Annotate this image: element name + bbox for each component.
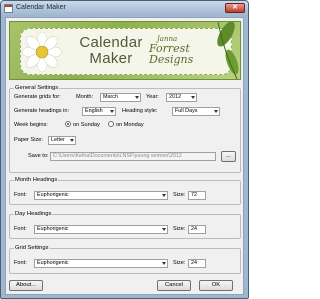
sunday-radio-label[interactable]: on Sunday	[73, 122, 100, 128]
paper-size-select-value: Letter	[51, 137, 65, 143]
monday-radio-label[interactable]: on Monday	[116, 122, 144, 128]
year-select[interactable]: 2012	[166, 93, 197, 102]
chevron-down-icon	[162, 228, 166, 231]
week-begins-label: Week begins:	[14, 122, 48, 128]
grid-font-label: Font:	[14, 260, 27, 266]
month-size-label: Size:	[173, 192, 186, 198]
cancel-button[interactable]: Cancel	[157, 280, 191, 291]
paper-size-label: Paper Size:	[14, 137, 43, 143]
day-font-label: Font:	[14, 226, 27, 232]
chevron-down-icon	[162, 262, 166, 265]
month-font-value: Euphorigenic	[37, 192, 69, 198]
leaves-decoration-icon	[217, 22, 239, 79]
day-headings-title: Day Headings	[14, 211, 53, 217]
calendar-app-icon	[4, 4, 13, 13]
year-label: Year:	[146, 94, 159, 100]
chevron-down-icon	[191, 96, 195, 99]
month-font-select[interactable]: Euphorigenic	[34, 191, 168, 200]
grid-size-field[interactable]: 24	[188, 259, 206, 268]
chevron-down-icon	[214, 110, 218, 113]
grid-font-value: Euphorigenic	[37, 260, 69, 266]
chevron-down-icon	[70, 139, 74, 142]
day-headings-group: Day Headings Font: Euphorigenic Size: 24	[9, 211, 241, 239]
month-select[interactable]: March	[100, 93, 141, 102]
banner-title: Calendar Maker	[79, 35, 143, 67]
chevron-down-icon	[135, 96, 139, 99]
month-label: Month:	[76, 94, 94, 100]
header-banner: Calendar Maker Janna Forrest Designs	[9, 21, 241, 80]
close-button[interactable]: ✕	[225, 3, 245, 13]
about-button[interactable]: About...	[9, 280, 43, 291]
day-size-label: Size:	[173, 226, 186, 232]
grid-settings-title: Grid Settings	[14, 245, 50, 251]
heading-style-select[interactable]: Full Days	[172, 107, 220, 116]
language-select[interactable]: English	[82, 107, 116, 116]
sunday-radio[interactable]	[65, 121, 71, 127]
heading-style-label: Heading style:	[122, 108, 158, 114]
month-font-label: Font:	[14, 192, 27, 198]
ok-button[interactable]: OK	[199, 280, 233, 291]
save-path-field[interactable]: C:\Users\Keiha\Documents\LNSF\young wome…	[50, 152, 216, 161]
grid-font-select[interactable]: Euphorigenic	[34, 259, 168, 268]
chevron-down-icon	[162, 194, 166, 197]
banner-title-line2: Maker	[89, 50, 133, 67]
month-headings-group: Month Headings Font: Euphorigenic Size: …	[9, 177, 241, 205]
month-select-value: March	[103, 94, 118, 100]
banner-title-line1: Calendar	[79, 34, 143, 51]
generate-grids-label: Generate grids for:	[14, 94, 61, 100]
generate-headings-label: Generate headings in:	[14, 108, 70, 114]
browse-button[interactable]: ...	[221, 151, 236, 162]
year-select-value: 2012	[169, 94, 181, 100]
month-size-field[interactable]: 72	[188, 191, 206, 200]
paper-size-select[interactable]: Letter	[48, 136, 76, 145]
window-title: Calendar Maker	[16, 4, 66, 11]
month-headings-title: Month Headings	[14, 177, 59, 183]
general-settings-group: General Settings Generate grids for: Mon…	[9, 85, 241, 173]
dialog-client-area: Calendar Maker Janna Forrest Designs Gen…	[5, 17, 244, 295]
monday-radio[interactable]	[108, 121, 114, 127]
banner-label-plate: Calendar Maker Janna Forrest Designs	[20, 28, 232, 75]
general-settings-title: General Settings	[14, 85, 60, 91]
grid-settings-group: Grid Settings Font: Euphorigenic Size: 2…	[9, 245, 241, 274]
calendar-maker-window: Calendar Maker ✕ Calendar Maker Janna Fo…	[0, 0, 249, 299]
save-to-label: Save to:	[28, 153, 49, 159]
language-select-value: English	[85, 108, 103, 114]
chevron-down-icon	[110, 110, 114, 113]
title-bar[interactable]: Calendar Maker ✕	[1, 1, 248, 16]
grid-size-label: Size:	[173, 260, 186, 266]
day-font-select[interactable]: Euphorigenic	[34, 225, 168, 234]
day-size-field[interactable]: 24	[188, 225, 206, 234]
daisy-flower-icon	[21, 31, 63, 73]
heading-style-select-value: Full Days	[175, 108, 198, 114]
day-font-value: Euphorigenic	[37, 226, 69, 232]
